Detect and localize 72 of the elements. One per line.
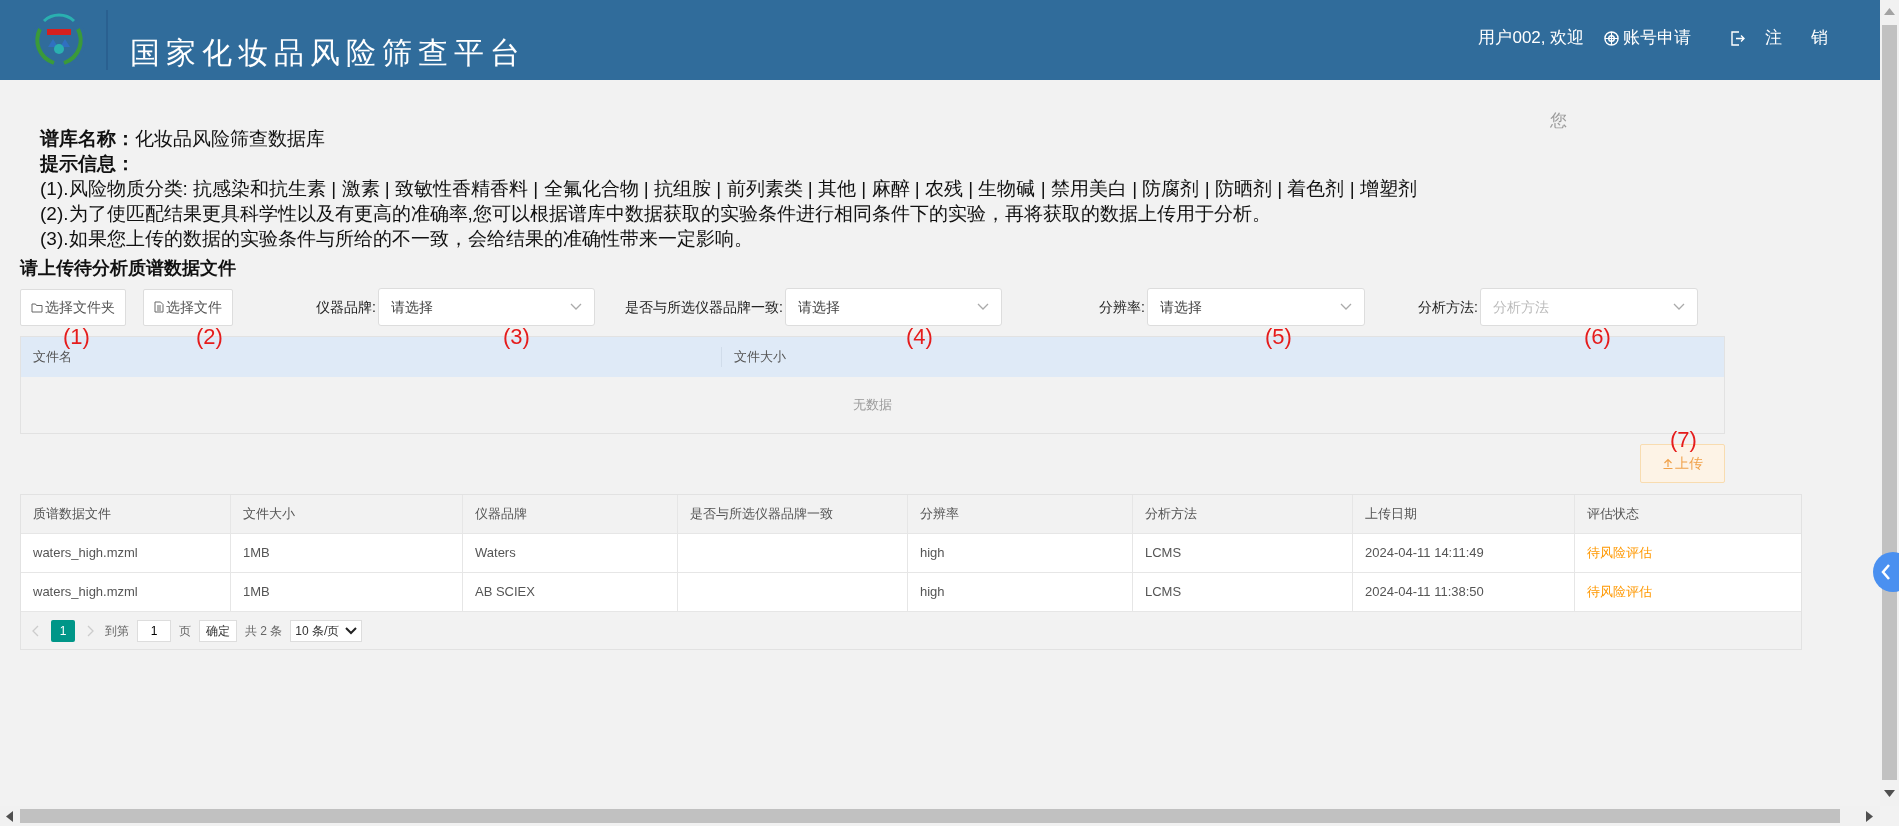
annotation-label: (1) (63, 326, 90, 348)
column-header: 文件名 (32, 349, 73, 367)
folder-icon (31, 301, 43, 313)
target-icon (1604, 30, 1620, 46)
select-field[interactable]: 请选择 (1147, 288, 1365, 326)
table-cell-text: 1MB (243, 544, 270, 563)
annotation-label: (2) (196, 326, 223, 348)
site-title: 国家化妆品风险筛查平台 (130, 35, 526, 68)
goto-label: 到第 (105, 622, 129, 640)
table-cell-text: LCMS (1145, 544, 1182, 563)
scroll-left-icon[interactable] (6, 811, 13, 822)
annotation-label: (6) (1584, 326, 1611, 348)
chevron-down-icon (1340, 303, 1352, 311)
select-field[interactable]: 请选择 (378, 288, 595, 326)
library-name-text: 谱库名称：化妆品风险筛查数据库 (40, 127, 326, 151)
chevron-down-icon (345, 626, 358, 635)
table-cell-text: waters_high.mzml (33, 583, 138, 602)
upload-icon (1662, 458, 1673, 469)
welcome-text: 用户002, 欢迎 (1478, 27, 1585, 50)
account-apply-link[interactable]: 账号申请 (1604, 25, 1692, 51)
hint-line: (2).为了使匹配结果更具科学性以及有更高的准确率,您可以根据谱库中数据获取的实验条件进行相同条件下的实验，再将获取的数据上传用于分析。 (40, 202, 1272, 226)
scroll-down-icon[interactable] (1884, 790, 1895, 797)
status-text: 待风险评估 (1587, 544, 1652, 563)
column-header: 分辨率 (908, 495, 1133, 533)
field-label: 分辨率: (1098, 297, 1146, 317)
file-icon (154, 301, 164, 313)
status-text: 待风险评估 (1587, 583, 1652, 602)
confirm-button[interactable]: 确定 (199, 619, 237, 642)
chevron-down-icon (1673, 303, 1685, 311)
column-header: 评估状态 (1586, 505, 1640, 524)
scroll-up-icon[interactable] (1884, 8, 1895, 15)
column-header: 是否与所选仪器品牌一致 (678, 495, 908, 533)
section-heading: 请上传待分析质谱数据文件 (20, 257, 237, 280)
column-header: 文件大小 (231, 495, 463, 533)
table-cell-text: 2024-04-11 14:11:49 (1365, 544, 1484, 563)
hint-text: 您 (1550, 110, 1567, 132)
field-label: 分析方法: (1417, 297, 1479, 317)
annotation-label: (5) (1265, 326, 1292, 348)
hint-line: (1).风险物质分类: 抗感染和抗生素 | 激素 | 致敏性香精香料 | 全氟化合物 | 抗组胺 | 前列素类 | 其他 | 麻醉 | 农残 | 生物碱 | 禁用美白 | 防腐剂 | 防晒剂 | 着色剂 | 增塑剂 (40, 177, 1418, 201)
field-label: 是否与所选仪器品牌一致: (624, 297, 784, 317)
table-cell-text: Waters (475, 544, 516, 563)
scroll-right-icon[interactable] (1866, 811, 1873, 822)
logout-icon (1731, 30, 1746, 46)
select-folder-button[interactable]: 选择文件夹 (20, 288, 126, 326)
logout-link[interactable]: 注 销 (1731, 25, 1840, 51)
table-cell-text: LCMS (1145, 583, 1182, 602)
select-file-button[interactable]: 选择文件 (143, 288, 233, 326)
column-header: 分析方法 (1133, 495, 1353, 533)
table-cell-text: high (920, 544, 945, 563)
chevron-down-icon (977, 303, 989, 311)
chevron-left-icon (1881, 564, 1891, 580)
page-button[interactable]: 1 (51, 619, 75, 642)
chevron-down-icon (570, 303, 582, 311)
hint-line: (3).如果您上传的数据的实验条件与所给的不一致，会给结果的准确性带来一定影响。 (40, 227, 754, 251)
table-cell-text: AB SCIEX (475, 583, 535, 602)
page-unit-label: 页 (179, 622, 191, 640)
annotation-label: (3) (503, 326, 530, 348)
annotation-label: (4) (906, 326, 933, 348)
table-cell-text: 1MB (243, 583, 270, 602)
table-cell-text: 2024-04-11 11:38:50 (1365, 583, 1484, 602)
page-size-select[interactable]: 10 条/页 (290, 619, 363, 642)
column-header: 上传日期 (1353, 495, 1575, 533)
empty-text: 无数据 (852, 396, 893, 415)
column-header: 仪器品牌 (463, 495, 678, 533)
total-text: 共 2 条 (245, 622, 283, 640)
field-label: 仪器品牌: (315, 297, 377, 317)
column-header: 质谱数据文件 (21, 495, 231, 533)
select-field[interactable]: 请选择 (785, 288, 1002, 326)
hint-label: 提示信息： (40, 152, 136, 176)
page-input[interactable]: 1 (137, 619, 171, 642)
table-cell-text: high (920, 583, 945, 602)
table-cell-text: waters_high.mzml (33, 544, 138, 563)
